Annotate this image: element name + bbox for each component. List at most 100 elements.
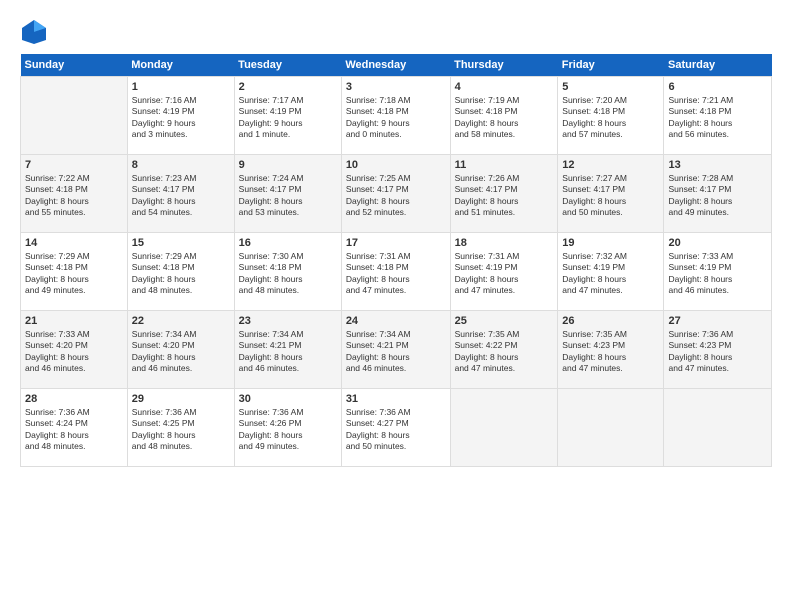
day-number: 24 (346, 315, 446, 327)
day-info: Sunrise: 7:21 AM Sunset: 4:18 PM Dayligh… (668, 95, 767, 141)
day-number: 3 (346, 81, 446, 93)
day-cell: 17Sunrise: 7:31 AM Sunset: 4:18 PM Dayli… (341, 233, 450, 311)
week-row-2: 7 Sunrise: 7:22 AM Sunset: 4:18 PM Daylig… (21, 155, 772, 233)
day-number: 7 (25, 159, 123, 171)
week-row-5: 28 Sunrise: 7:36 AM Sunset: 4:24 PM Dayli… (21, 389, 772, 467)
day-cell (664, 389, 772, 467)
week-row-3: 14 Sunrise: 7:29 AM Sunset: 4:18 PM Dayli… (21, 233, 772, 311)
day-cell: 20 Sunrise: 7:33 AM Sunset: 4:19 PM Dayli… (664, 233, 772, 311)
weekday-header-wednesday: Wednesday (341, 54, 450, 77)
day-number: 25 (455, 315, 554, 327)
day-cell (558, 389, 664, 467)
weekday-header-thursday: Thursday (450, 54, 558, 77)
day-cell: 8Sunrise: 7:23 AM Sunset: 4:17 PM Daylig… (127, 155, 234, 233)
day-number: 11 (455, 159, 554, 171)
header (20, 18, 772, 46)
day-info: Sunrise: 7:28 AM Sunset: 4:17 PM Dayligh… (668, 173, 767, 219)
day-info: Sunrise: 7:18 AM Sunset: 4:18 PM Dayligh… (346, 95, 446, 141)
calendar-table: SundayMondayTuesdayWednesdayThursdayFrid… (20, 54, 772, 467)
day-info: Sunrise: 7:23 AM Sunset: 4:17 PM Dayligh… (132, 173, 230, 219)
weekday-header-tuesday: Tuesday (234, 54, 341, 77)
day-number: 2 (239, 81, 337, 93)
weekday-header-row: SundayMondayTuesdayWednesdayThursdayFrid… (21, 54, 772, 77)
day-cell: 16 Sunrise: 7:30 AM Sunset: 4:18 PM Dayli… (234, 233, 341, 311)
day-info: Sunrise: 7:36 AM Sunset: 4:25 PM Dayligh… (132, 407, 230, 453)
day-cell: 31 Sunrise: 7:36 AM Sunset: 4:27 PM Dayli… (341, 389, 450, 467)
day-cell: 7 Sunrise: 7:22 AM Sunset: 4:18 PM Daylig… (21, 155, 128, 233)
day-number: 17 (346, 237, 446, 249)
day-number: 10 (346, 159, 446, 171)
day-number: 29 (132, 393, 230, 405)
day-number: 23 (239, 315, 337, 327)
day-cell: 22 Sunrise: 7:34 AM Sunset: 4:20 PM Dayli… (127, 311, 234, 389)
day-info: Sunrise: 7:35 AM Sunset: 4:23 PM Dayligh… (562, 329, 659, 375)
day-info: Sunrise: 7:36 AM Sunset: 4:24 PM Dayligh… (25, 407, 123, 453)
day-cell: 26 Sunrise: 7:35 AM Sunset: 4:23 PM Dayli… (558, 311, 664, 389)
day-info: Sunrise: 7:30 AM Sunset: 4:18 PM Dayligh… (239, 251, 337, 297)
day-number: 16 (239, 237, 337, 249)
day-cell: 28 Sunrise: 7:36 AM Sunset: 4:24 PM Dayli… (21, 389, 128, 467)
day-number: 9 (239, 159, 337, 171)
day-number: 13 (668, 159, 767, 171)
day-cell: 15 Sunrise: 7:29 AM Sunset: 4:18 PM Dayli… (127, 233, 234, 311)
day-cell: 29 Sunrise: 7:36 AM Sunset: 4:25 PM Dayli… (127, 389, 234, 467)
week-row-4: 21 Sunrise: 7:33 AM Sunset: 4:20 PM Dayli… (21, 311, 772, 389)
day-number: 15 (132, 237, 230, 249)
day-cell (21, 77, 128, 155)
day-cell: 25 Sunrise: 7:35 AM Sunset: 4:22 PM Dayli… (450, 311, 558, 389)
day-number: 21 (25, 315, 123, 327)
weekday-header-sunday: Sunday (21, 54, 128, 77)
day-number: 26 (562, 315, 659, 327)
day-info: Sunrise: 7:34 AM Sunset: 4:21 PM Dayligh… (239, 329, 337, 375)
day-number: 27 (668, 315, 767, 327)
weekday-header-saturday: Saturday (664, 54, 772, 77)
day-cell: 5Sunrise: 7:20 AM Sunset: 4:18 PM Daylig… (558, 77, 664, 155)
day-number: 20 (668, 237, 767, 249)
day-info: Sunrise: 7:31 AM Sunset: 4:19 PM Dayligh… (455, 251, 554, 297)
day-cell: 4Sunrise: 7:19 AM Sunset: 4:18 PM Daylig… (450, 77, 558, 155)
day-number: 30 (239, 393, 337, 405)
weekday-header-monday: Monday (127, 54, 234, 77)
day-info: Sunrise: 7:24 AM Sunset: 4:17 PM Dayligh… (239, 173, 337, 219)
day-info: Sunrise: 7:22 AM Sunset: 4:18 PM Dayligh… (25, 173, 123, 219)
day-cell: 24Sunrise: 7:34 AM Sunset: 4:21 PM Dayli… (341, 311, 450, 389)
day-info: Sunrise: 7:17 AM Sunset: 4:19 PM Dayligh… (239, 95, 337, 141)
day-cell: 27 Sunrise: 7:36 AM Sunset: 4:23 PM Dayli… (664, 311, 772, 389)
day-cell: 19 Sunrise: 7:32 AM Sunset: 4:19 PM Dayli… (558, 233, 664, 311)
day-number: 14 (25, 237, 123, 249)
day-number: 19 (562, 237, 659, 249)
day-info: Sunrise: 7:33 AM Sunset: 4:19 PM Dayligh… (668, 251, 767, 297)
day-number: 28 (25, 393, 123, 405)
day-cell: 1Sunrise: 7:16 AM Sunset: 4:19 PM Daylig… (127, 77, 234, 155)
day-cell: 6 Sunrise: 7:21 AM Sunset: 4:18 PM Daylig… (664, 77, 772, 155)
day-number: 12 (562, 159, 659, 171)
day-number: 1 (132, 81, 230, 93)
day-cell: 23 Sunrise: 7:34 AM Sunset: 4:21 PM Dayli… (234, 311, 341, 389)
day-cell: 12Sunrise: 7:27 AM Sunset: 4:17 PM Dayli… (558, 155, 664, 233)
day-number: 22 (132, 315, 230, 327)
calendar-page: SundayMondayTuesdayWednesdayThursdayFrid… (0, 0, 792, 612)
day-cell: 18 Sunrise: 7:31 AM Sunset: 4:19 PM Dayli… (450, 233, 558, 311)
logo (20, 18, 52, 46)
day-info: Sunrise: 7:33 AM Sunset: 4:20 PM Dayligh… (25, 329, 123, 375)
day-info: Sunrise: 7:19 AM Sunset: 4:18 PM Dayligh… (455, 95, 554, 141)
day-number: 18 (455, 237, 554, 249)
day-info: Sunrise: 7:34 AM Sunset: 4:20 PM Dayligh… (132, 329, 230, 375)
day-cell: 2 Sunrise: 7:17 AM Sunset: 4:19 PM Daylig… (234, 77, 341, 155)
day-info: Sunrise: 7:36 AM Sunset: 4:27 PM Dayligh… (346, 407, 446, 453)
day-cell: 30Sunrise: 7:36 AM Sunset: 4:26 PM Dayli… (234, 389, 341, 467)
day-cell: 11Sunrise: 7:26 AM Sunset: 4:17 PM Dayli… (450, 155, 558, 233)
day-info: Sunrise: 7:35 AM Sunset: 4:22 PM Dayligh… (455, 329, 554, 375)
day-info: Sunrise: 7:20 AM Sunset: 4:18 PM Dayligh… (562, 95, 659, 141)
day-number: 6 (668, 81, 767, 93)
day-info: Sunrise: 7:32 AM Sunset: 4:19 PM Dayligh… (562, 251, 659, 297)
day-cell: 21 Sunrise: 7:33 AM Sunset: 4:20 PM Dayli… (21, 311, 128, 389)
day-cell: 9 Sunrise: 7:24 AM Sunset: 4:17 PM Daylig… (234, 155, 341, 233)
day-info: Sunrise: 7:29 AM Sunset: 4:18 PM Dayligh… (25, 251, 123, 297)
day-number: 31 (346, 393, 446, 405)
logo-icon (20, 18, 48, 46)
day-info: Sunrise: 7:36 AM Sunset: 4:23 PM Dayligh… (668, 329, 767, 375)
day-info: Sunrise: 7:29 AM Sunset: 4:18 PM Dayligh… (132, 251, 230, 297)
day-info: Sunrise: 7:25 AM Sunset: 4:17 PM Dayligh… (346, 173, 446, 219)
day-cell: 14 Sunrise: 7:29 AM Sunset: 4:18 PM Dayli… (21, 233, 128, 311)
